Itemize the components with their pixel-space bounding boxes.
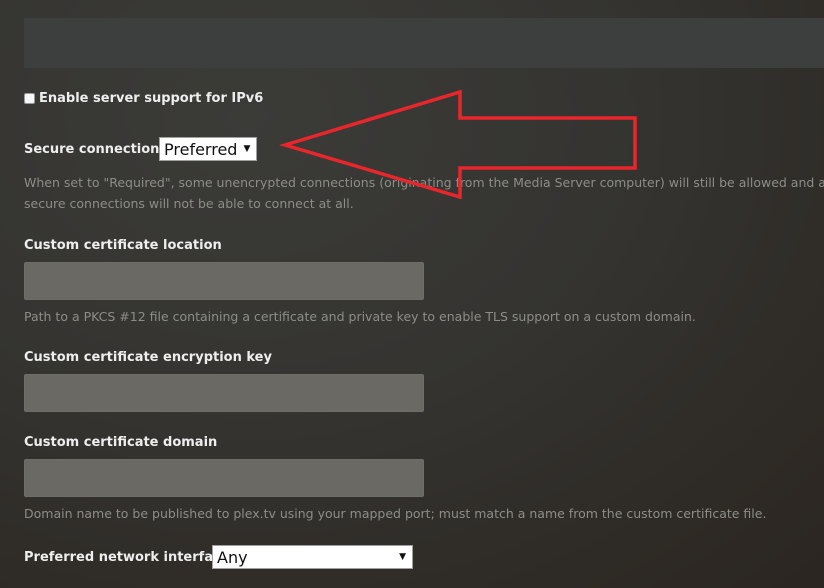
annotation-arrow-overlay <box>278 89 637 200</box>
left-arrow-annotation <box>278 89 637 200</box>
